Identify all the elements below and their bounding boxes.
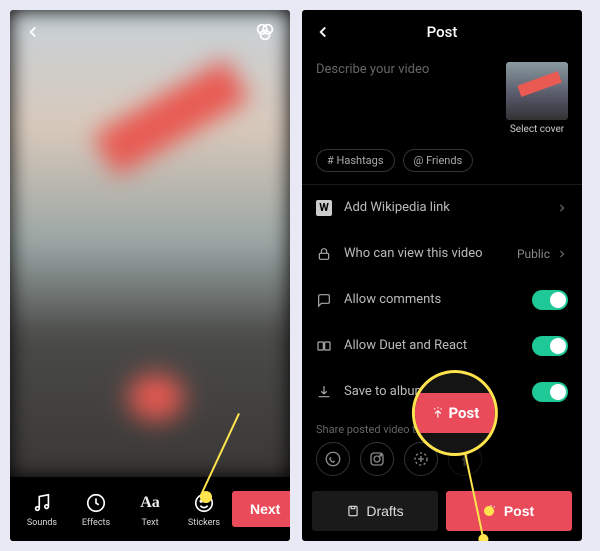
callout-label: Post <box>448 404 479 422</box>
callout-inner: Post <box>415 393 495 433</box>
option-label: Add Wikipedia link <box>344 200 450 215</box>
annotation-dot <box>200 491 212 503</box>
drafts-button[interactable]: Drafts <box>312 491 438 531</box>
tool-sounds[interactable]: Sounds <box>16 491 68 528</box>
download-icon <box>316 384 332 400</box>
music-note-icon <box>30 491 54 515</box>
share-whatsapp[interactable] <box>316 442 350 476</box>
wikipedia-icon: W <box>316 200 332 216</box>
page-title: Post <box>427 23 458 41</box>
clock-sparkle-icon <box>84 491 108 515</box>
lock-icon <box>316 246 332 262</box>
option-value: Public <box>517 247 550 261</box>
toggle-switch[interactable] <box>532 382 568 402</box>
annotation-dot <box>484 506 494 516</box>
share-instagram[interactable] <box>360 442 394 476</box>
chevron-right-icon <box>556 248 568 260</box>
description-row: Describe your video Select cover <box>302 54 582 139</box>
tool-label: Stickers <box>188 518 220 528</box>
back-icon[interactable] <box>24 23 42 41</box>
editor-screen: Sounds Effects Aa Text Stickers Next <box>10 10 290 541</box>
editor-topbar <box>10 10 290 54</box>
post-screen: Post Describe your video Select cover # … <box>302 10 582 541</box>
comment-icon <box>316 292 332 308</box>
toggle-switch[interactable] <box>532 336 568 356</box>
tool-text[interactable]: Aa Text <box>124 491 176 528</box>
text-aa-icon: Aa <box>138 491 162 515</box>
drafts-icon <box>346 504 360 518</box>
tag-row: # Hashtags @ Friends <box>302 139 582 184</box>
post-header: Post <box>302 10 582 54</box>
video-preview[interactable] <box>10 10 290 477</box>
option-comments[interactable]: Allow comments <box>302 277 582 323</box>
select-cover[interactable]: Select cover <box>506 62 568 135</box>
friends-button[interactable]: @ Friends <box>403 149 474 172</box>
sparkle-up-icon <box>430 406 444 420</box>
hashtags-button[interactable]: # Hashtags <box>316 149 395 172</box>
duet-icon <box>316 338 332 354</box>
post-label: Post <box>504 503 534 519</box>
cover-thumbnail <box>506 62 568 120</box>
option-privacy[interactable]: Who can view this video Public <box>302 231 582 277</box>
filters-icon[interactable] <box>254 21 276 43</box>
drafts-label: Drafts <box>366 503 403 519</box>
option-label: Who can view this video <box>344 246 483 261</box>
post-callout: Post <box>412 370 498 456</box>
tool-label: Text <box>141 518 158 528</box>
callout-circle: Post <box>412 370 498 456</box>
tool-label: Effects <box>82 518 110 528</box>
option-duet[interactable]: Allow Duet and React <box>302 323 582 369</box>
tool-effects[interactable]: Effects <box>70 491 122 528</box>
bottom-bar: Drafts Post <box>302 481 582 541</box>
cover-label: Select cover <box>510 124 564 135</box>
next-button[interactable]: Next <box>232 491 290 527</box>
description-input[interactable]: Describe your video <box>316 62 494 135</box>
option-wiki[interactable]: W Add Wikipedia link <box>302 185 582 231</box>
back-icon[interactable] <box>314 23 332 41</box>
option-label: Allow Duet and React <box>344 338 467 353</box>
toggle-switch[interactable] <box>532 290 568 310</box>
tool-label: Sounds <box>27 518 57 528</box>
editor-toolbar: Sounds Effects Aa Text Stickers Next <box>10 477 290 541</box>
chevron-right-icon <box>556 202 568 214</box>
option-label: Allow comments <box>344 292 441 307</box>
post-button[interactable]: Post <box>446 491 572 531</box>
